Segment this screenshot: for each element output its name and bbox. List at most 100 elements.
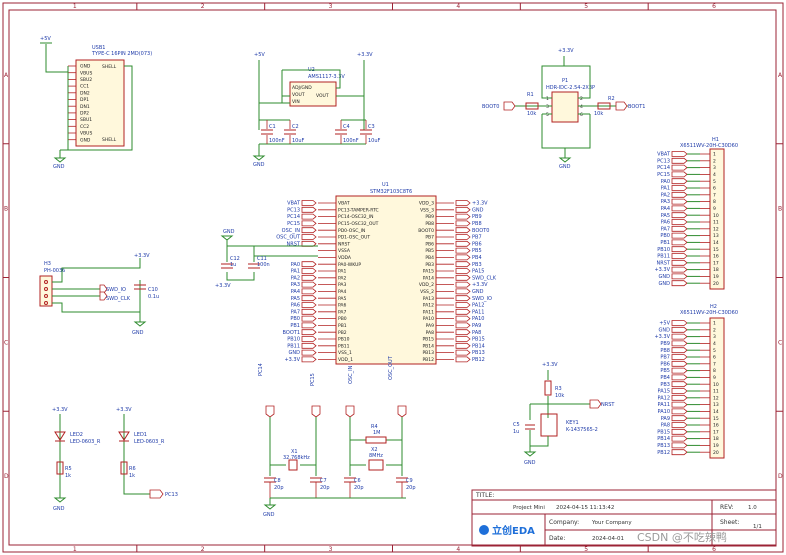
header-net-label: PA3 <box>661 199 670 205</box>
p1-boot-header: P1 HDR-IDC-2.54-2X3P 1 2 3 4 5 6 +3.3V G… <box>482 48 645 170</box>
header-net-flag <box>671 326 688 333</box>
u1-pin-label: PA8 <box>426 330 435 336</box>
h1-value: X6511WV-20H-C30D60 <box>680 143 738 149</box>
u1-net-flag <box>455 295 471 302</box>
header-net-label: PA8 <box>661 423 670 429</box>
u1-net-label: BOOT0 <box>472 228 489 234</box>
u1-net-flag <box>455 288 471 295</box>
u1-net-label: PB0 <box>290 316 300 322</box>
cap-ref: C4 <box>343 124 350 130</box>
svg-text:4: 4 <box>580 104 583 110</box>
svg-text:10k: 10k <box>527 111 536 117</box>
header-pin-number: 20 <box>713 450 719 456</box>
u1-net-flag <box>301 206 317 213</box>
header-net-flag <box>671 428 688 435</box>
grid-col-bottom: 3 <box>329 546 333 553</box>
u1-net-label: PC15 <box>287 221 300 227</box>
header-pin-number: 3 <box>713 334 716 340</box>
u1-net-label: PA1 <box>291 269 300 275</box>
u1-33v-net-left: +3.3V <box>215 283 231 289</box>
grid-col-bottom: 6 <box>712 546 716 553</box>
u1-net-label: PB11 <box>287 343 300 349</box>
u2-regulator: U2 AMS1117-3.3V ADJ/GND VOUT VIN VOUT +5… <box>252 52 381 168</box>
grid-col-bottom: 4 <box>456 546 460 553</box>
header-pin-number: 1 <box>713 321 716 327</box>
u1-net-label: PB9 <box>472 214 482 220</box>
header-net-label: PA1 <box>661 186 670 192</box>
u1-pin-label: PB15 <box>422 337 434 343</box>
u1-net-flag <box>301 342 317 349</box>
u1-net-label: PA12 <box>472 303 484 309</box>
header-net-flag <box>671 388 688 394</box>
header-pin-number: 8 <box>713 199 716 205</box>
u1-pin-label: PA5 <box>338 296 347 302</box>
led-section: +3.3V +3.3V LED2 LED-0603_R LED1 LED-060… <box>52 407 178 512</box>
u1-net-flag <box>301 261 317 268</box>
h3-33v-net: +3.3V <box>134 253 150 259</box>
header-pin-number: 12 <box>713 226 719 232</box>
u1-pin-label: PB3 <box>425 262 434 268</box>
r3-resistor <box>544 380 552 396</box>
u1-net-flag <box>455 349 471 356</box>
svg-text:8MHz: 8MHz <box>369 453 383 459</box>
u1-net-label: PB8 <box>472 221 482 227</box>
header-pin-number: 13 <box>713 233 719 239</box>
h3-ref: H3 <box>44 261 51 267</box>
header-net-flag <box>671 435 688 442</box>
header-pin-number: 4 <box>713 341 716 347</box>
grid-row-right: C <box>778 339 782 346</box>
usb1-gnd-symbol <box>53 157 67 163</box>
svg-text:1k: 1k <box>129 473 135 479</box>
u1-net-label: PA3 <box>291 282 300 288</box>
header-net-label: PB8 <box>660 348 670 354</box>
u1-net-label: PA15 <box>472 269 484 275</box>
u1-net-flag <box>455 206 471 213</box>
u1-net-label: PA9 <box>472 323 481 329</box>
u1-pin-label: BOOT0 <box>418 228 434 234</box>
u1-net-flag <box>301 220 317 227</box>
header-net-label: PA5 <box>661 213 670 219</box>
header-net-flag <box>671 259 688 266</box>
r4-resistor <box>365 436 387 444</box>
u1-pin-label: PA1 <box>338 269 347 275</box>
x1-crystal <box>288 459 298 471</box>
header-net-label: PB13 <box>657 443 670 449</box>
header-pin-number: 7 <box>713 192 716 198</box>
u1-pin-label: PB1 <box>338 323 347 329</box>
u1-net-label: PB1 <box>290 323 300 329</box>
header-net-flag <box>671 374 688 381</box>
boot1-port <box>615 101 628 111</box>
u1-net-label: PB4 <box>472 255 482 261</box>
header-net-flag <box>671 394 688 401</box>
u1-net-label: PB13 <box>472 350 485 356</box>
rev-value: 1.0 <box>748 505 757 511</box>
u1-decoupling-caps: C121uC11100n <box>221 256 270 269</box>
header-pin-number: 11 <box>713 389 719 395</box>
h2-value: X6511WV-20H-C30D60 <box>680 310 738 316</box>
header-net-label: +3.3V <box>654 334 670 340</box>
u1-net-flag <box>455 308 471 315</box>
u1-net-flag <box>455 336 471 342</box>
sheet-value: 1/1 <box>753 524 762 530</box>
u1-net-label: PA0 <box>291 262 300 268</box>
u1-pin-label: PA6 <box>338 303 347 309</box>
u1-net-flag <box>301 329 317 336</box>
svg-text:10k: 10k <box>594 111 603 117</box>
usb1-value: TYPE-C 16PIN 2MD(073) <box>91 51 152 57</box>
svg-text:LED-0603_R: LED-0603_R <box>70 439 101 445</box>
u1-pin-label: VSS_3 <box>420 207 434 213</box>
svg-text:R3: R3 <box>555 386 562 392</box>
osc-caps: C820pC720pC620pC920p <box>264 477 416 498</box>
header-pin-number: 10 <box>713 213 719 219</box>
u1-net-label: PA8 <box>472 330 481 336</box>
grid-row-left: D <box>4 473 9 480</box>
header-net-flag <box>671 151 688 157</box>
u1-net-flag <box>301 308 317 315</box>
u1-pin-label: VDDA <box>338 255 352 261</box>
u2-5v-net: +5V <box>254 52 265 58</box>
header-net-flag <box>671 442 688 449</box>
u1-net-label: GND <box>472 289 484 295</box>
h2-pin-list: 1 +5V 2 GND 3 +3.3V 4 PB9 5 PB8 6 PB7 7 PB6 8 PB5 9 PB4 10… <box>654 320 719 456</box>
svg-text:1: 1 <box>546 96 549 102</box>
header-net-flag <box>671 449 688 456</box>
